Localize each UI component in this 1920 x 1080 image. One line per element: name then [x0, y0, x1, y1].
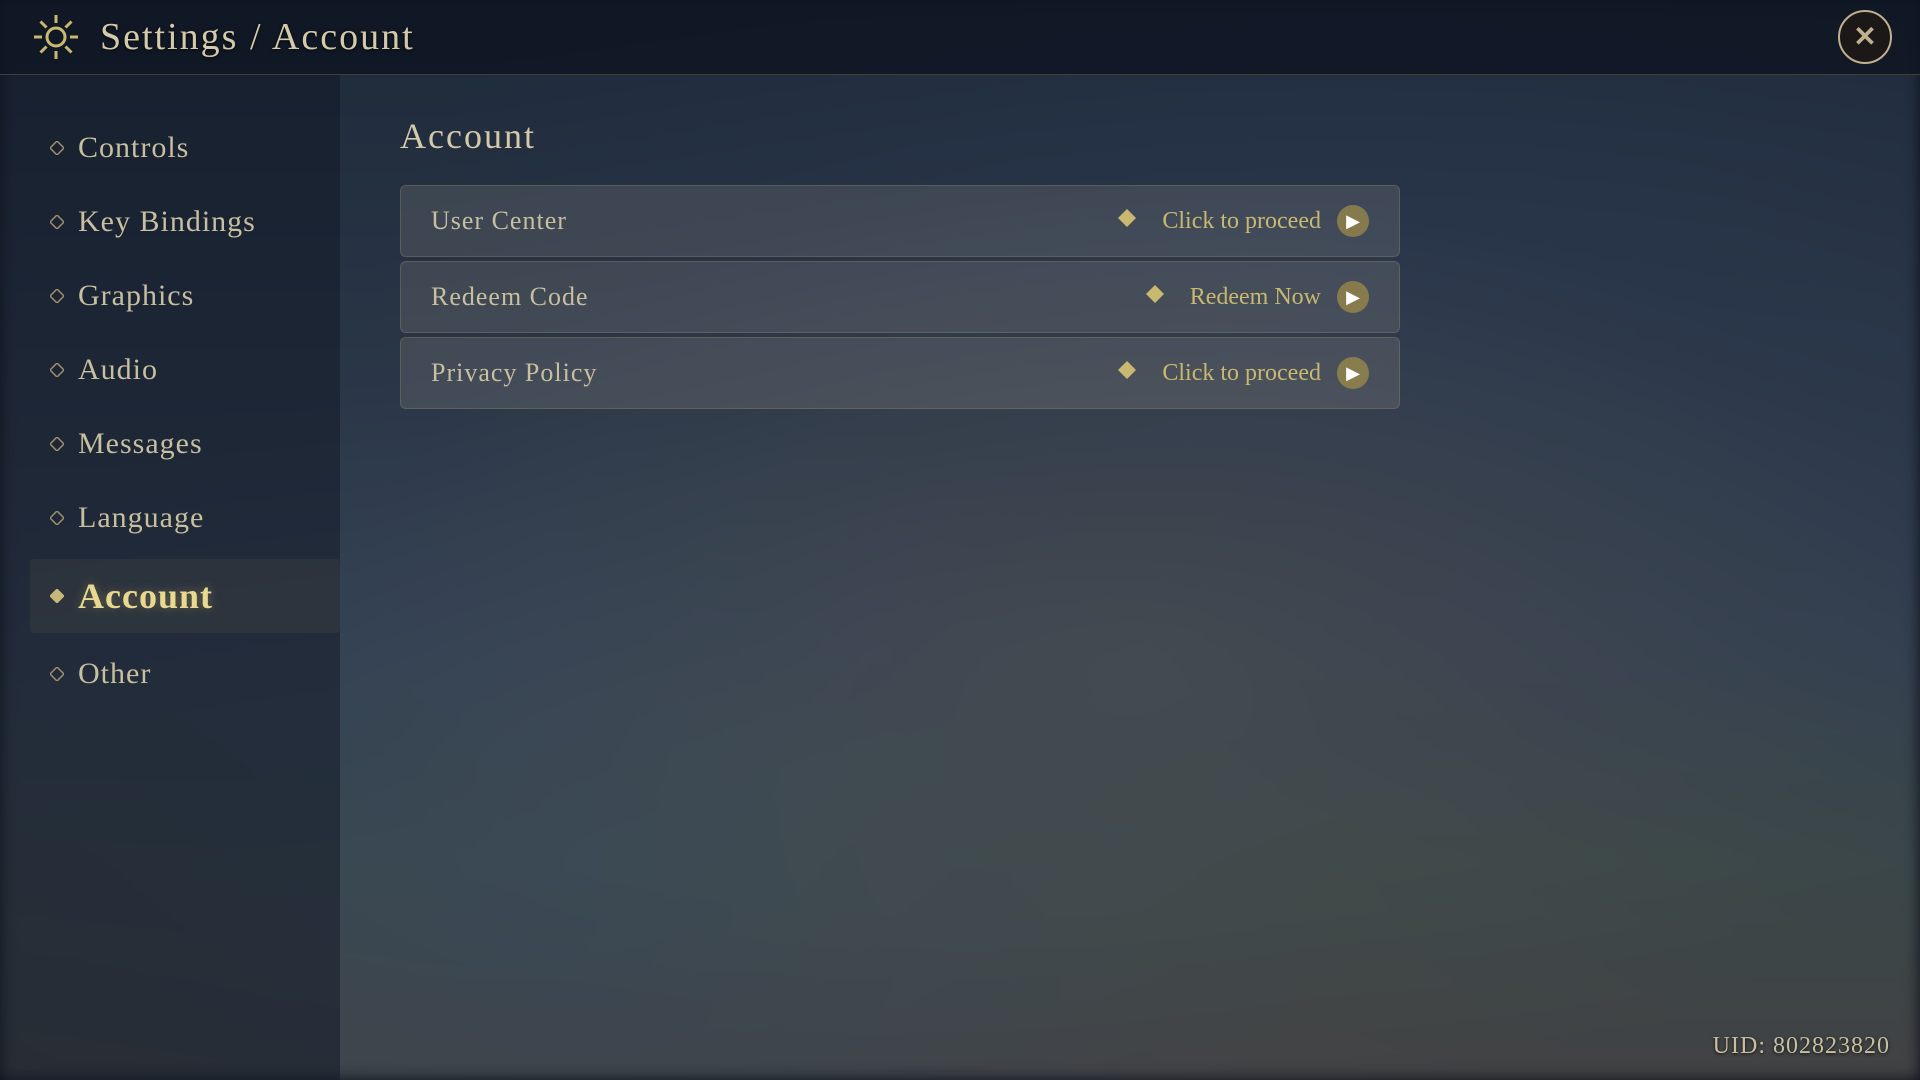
sidebar-item-label: Language [78, 501, 204, 535]
action-label-redeem-code: Redeem Code [431, 282, 589, 312]
panel-title: Account [400, 115, 1860, 157]
row-diamond-icon [1118, 361, 1136, 385]
arrow-right-icon: ▶ [1337, 281, 1369, 313]
sidebar-item-label: Account [78, 575, 213, 617]
action-label-privacy-policy: Privacy Policy [431, 358, 597, 388]
sidebar-item-account[interactable]: Account [30, 559, 340, 633]
close-icon: ✕ [1853, 20, 1876, 54]
action-right-user-center: Click to proceed ▶ [1118, 205, 1369, 237]
action-proceed-label: Click to proceed [1162, 208, 1321, 235]
action-label-user-center: User Center [431, 206, 567, 236]
diamond-icon [50, 511, 64, 525]
diamond-icon [50, 437, 64, 451]
action-row-user-center[interactable]: User Center Click to proceed ▶ [400, 185, 1400, 257]
action-right-redeem-code: Redeem Now ▶ [1146, 281, 1369, 313]
action-proceed-label: Click to proceed [1162, 360, 1321, 387]
diamond-icon [50, 289, 64, 303]
sidebar: Controls Key Bindings Graphics Audio Message… [0, 75, 340, 1080]
arrow-right-icon: ▶ [1337, 205, 1369, 237]
diamond-icon [50, 141, 64, 155]
sidebar-item-label: Controls [78, 131, 189, 165]
action-row-redeem-code[interactable]: Redeem Code Redeem Now ▶ [400, 261, 1400, 333]
settings-icon [30, 11, 82, 63]
sidebar-item-messages[interactable]: Messages [30, 411, 340, 477]
action-row-privacy-policy[interactable]: Privacy Policy Click to proceed ▶ [400, 337, 1400, 409]
action-list: User CenterClick to proceed▶Redeem CodeR… [400, 185, 1400, 409]
header-title: Settings / Account [100, 15, 415, 59]
sidebar-item-controls[interactable]: Controls [30, 115, 340, 181]
diamond-icon [50, 667, 64, 681]
sidebar-item-audio[interactable]: Audio [30, 337, 340, 403]
diamond-icon [50, 215, 64, 229]
content-area: Controls Key Bindings Graphics Audio Message… [0, 75, 1920, 1080]
sidebar-item-label: Messages [78, 427, 203, 461]
close-button[interactable]: ✕ [1838, 10, 1892, 64]
sidebar-item-label: Other [78, 657, 151, 691]
action-proceed-label: Redeem Now [1190, 284, 1321, 311]
main-panel: Account User CenterClick to proceed▶Rede… [340, 75, 1920, 1080]
sidebar-item-label: Key Bindings [78, 205, 256, 239]
header-bar: Settings / Account ✕ [0, 0, 1920, 75]
sidebar-item-key-bindings[interactable]: Key Bindings [30, 189, 340, 255]
diamond-icon [50, 363, 64, 377]
diamond-icon [50, 589, 64, 603]
sidebar-item-graphics[interactable]: Graphics [30, 263, 340, 329]
sidebar-item-language[interactable]: Language [30, 485, 340, 551]
sidebar-item-other[interactable]: Other [30, 641, 340, 707]
arrow-right-icon: ▶ [1337, 357, 1369, 389]
row-diamond-icon [1118, 209, 1136, 233]
sidebar-item-label: Graphics [78, 279, 194, 313]
action-right-privacy-policy: Click to proceed ▶ [1118, 357, 1369, 389]
uid-label: UID: 802823820 [1713, 1033, 1890, 1060]
row-diamond-icon [1146, 285, 1164, 309]
sidebar-item-label: Audio [78, 353, 158, 387]
